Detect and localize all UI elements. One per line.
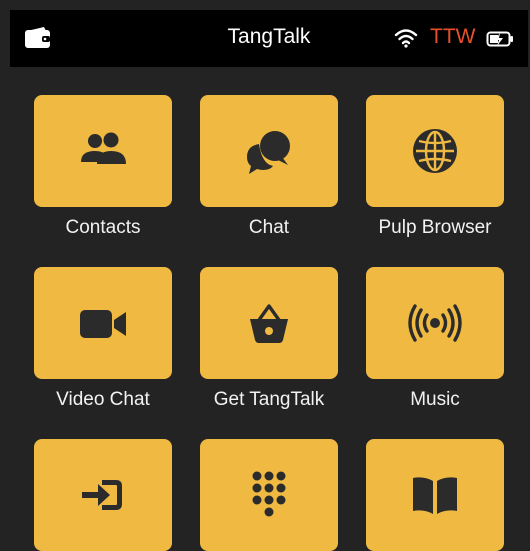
status-bar: TangTalk TTW xyxy=(10,10,528,67)
globe-icon xyxy=(413,129,457,173)
video-camera-icon xyxy=(80,310,126,338)
app-tile-video-chat[interactable] xyxy=(34,267,172,379)
app-label-pulp-browser: Pulp Browser xyxy=(378,217,492,238)
app-tile-pulp-browser[interactable] xyxy=(366,95,504,207)
book-icon xyxy=(413,477,457,514)
app-tile-music[interactable] xyxy=(366,267,504,379)
app-tile-get-tangtalk[interactable] xyxy=(200,267,338,379)
carrier-name: TTW xyxy=(430,25,476,48)
app-tile-dialpad[interactable] xyxy=(200,439,338,551)
app-label-contacts: Contacts xyxy=(65,217,141,238)
app-label-chat: Chat xyxy=(248,217,290,238)
app-label-music: Music xyxy=(410,389,460,410)
sign-in-icon xyxy=(82,480,122,510)
chat-icon xyxy=(247,131,290,174)
dialpad-icon xyxy=(252,471,286,517)
contacts-icon xyxy=(81,132,126,164)
app-tile-book[interactable] xyxy=(366,439,504,551)
app-label-get-tangtalk: Get TangTalk xyxy=(213,389,325,410)
shopping-basket-icon xyxy=(250,304,288,343)
battery-charging-icon xyxy=(486,31,513,47)
app-tile-chat[interactable] xyxy=(200,95,338,207)
app-tile-sign-in[interactable] xyxy=(34,439,172,551)
wifi-icon xyxy=(394,29,418,48)
app-tile-contacts[interactable] xyxy=(34,95,172,207)
broadcast-icon xyxy=(408,304,462,342)
app-label-video-chat: Video Chat xyxy=(56,389,150,410)
